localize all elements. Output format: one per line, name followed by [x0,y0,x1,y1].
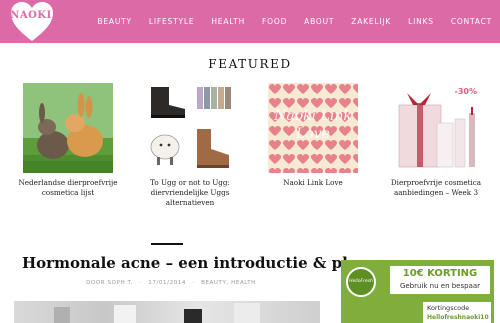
nav-item-about[interactable]: ABOUT [304,17,334,26]
featured-caption[interactable]: Nederlandse dierproefvrije cosmetica lij… [12,178,124,198]
post-author[interactable]: DOOR SOPH T. [86,280,133,286]
ad-subtext: Gebruik nu en bespaar [399,282,481,290]
section-divider [151,243,183,245]
hellofresh-badge: HelloFresh [346,267,376,297]
ad-headline-box: 10€ KORTING Gebruik nu en bespaar [390,266,490,294]
nav-item-links[interactable]: LINKS [408,17,434,26]
meta-separator: · [139,280,142,286]
nav-item-food[interactable]: FOOD [262,17,287,26]
top-navigation-bar: NAOKI BEAUTY LIFESTYLE HEALTH FOOD ABOUT… [0,0,500,43]
meta-separator: · [192,280,195,286]
featured-caption[interactable]: Naoki Link Love [257,178,369,188]
nav-item-health[interactable]: HEALTH [211,17,245,26]
post-categories[interactable]: BEAUTY, HEALTH [201,280,256,286]
link-love-overlay-text: Naoki Link Love [274,108,352,142]
featured-thumbnail[interactable]: -30% [391,83,481,173]
nav-item-lifestyle[interactable]: LIFESTYLE [149,17,194,26]
hellofresh-ad-banner[interactable]: HelloFresh 10€ KORTING Gebruik nu en bes… [341,260,494,323]
featured-card[interactable]: Naoki Link Love Naoki Link Love [257,83,369,188]
ad-code-box: Kortingscode Hellofreshnaoki10 [423,302,491,323]
logo-text: NAOKI [10,10,52,21]
featured-caption[interactable]: To Ugg or not to Ugg: diervriendelijke U… [134,178,246,208]
main-nav: BEAUTY LIFESTYLE HEALTH FOOD ABOUT ZAKEL… [97,0,492,43]
ad-code-value: Hellofreshnaoki10 [427,314,489,321]
featured-thumbnail[interactable] [145,83,235,173]
discount-badge: -30% [454,87,477,96]
rabbits-image [23,83,113,173]
featured-thumbnail[interactable]: Naoki Link Love [268,83,358,173]
featured-card[interactable]: Nederlandse dierproefvrije cosmetica lij… [12,83,124,198]
heart-logo-icon [11,2,53,41]
post-meta: DOOR SOPH T. · 17/01/2014 · BEAUTY, HEAL… [0,280,342,286]
products-photo [54,303,260,323]
ad-code-label: Kortingscode [427,304,470,312]
nav-item-contact[interactable]: CONTACT [451,17,492,26]
ad-headline: 10€ KORTING [402,268,478,279]
featured-card[interactable]: -30% Dierproefvrije cosmetica aanbieding… [380,83,492,198]
site-logo[interactable]: NAOKI [10,1,58,43]
uggs-collage-image [145,83,235,173]
featured-caption[interactable]: Dierproefvrije cosmetica aanbiedingen – … [380,178,492,198]
post-featured-image[interactable] [14,301,320,323]
post-title[interactable]: Hormonale acne – een introductie & plan [22,254,368,272]
featured-heading: FEATURED [208,57,292,71]
featured-card[interactable]: To Ugg or not to Ugg: diervriendelijke U… [134,83,246,208]
featured-thumbnail[interactable] [23,83,113,173]
nav-item-beauty[interactable]: BEAUTY [97,17,131,26]
nav-item-zakelijk[interactable]: ZAKELIJK [351,17,391,26]
cosmetics-offer-image [391,83,481,173]
post-date: 17/01/2014 [148,280,186,286]
